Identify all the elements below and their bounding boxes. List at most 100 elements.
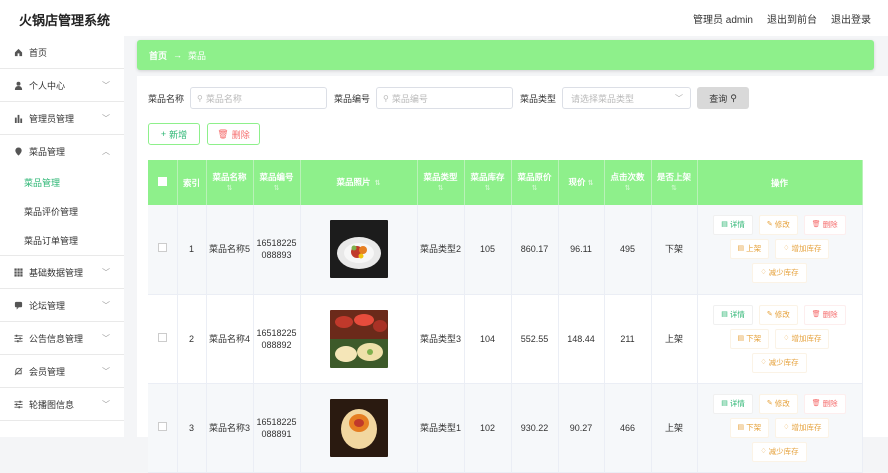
sidebar-item-dishes[interactable]: 菜品管理 ︿: [0, 135, 124, 168]
table-row: 2 菜品名称4 16518225088892 菜品类型3 104 552.55 …: [148, 294, 863, 384]
chevron-down-icon: ﹀: [102, 301, 110, 310]
delete-button[interactable]: 🗑 删除: [803, 393, 846, 414]
batch-delete-button[interactable]: 🗑 删除: [207, 123, 260, 145]
sidebar-item-admin[interactable]: 管理员管理 ﹀: [0, 102, 124, 135]
search-icon: ⚲: [383, 93, 389, 103]
select-all-checkbox[interactable]: [157, 176, 167, 186]
dish-photo[interactable]: [329, 309, 388, 368]
chevron-down-icon: ﹀: [102, 334, 110, 343]
query-button[interactable]: 查询 ⚲: [697, 87, 750, 109]
logout-link[interactable]: 退出登录: [831, 11, 871, 26]
row-checkbox[interactable]: [157, 421, 167, 431]
reduce-stock-label: 减少库存: [768, 268, 799, 278]
sort-icon[interactable]: ⇅: [654, 183, 695, 195]
dish-photo[interactable]: [329, 398, 388, 457]
add-stock-button[interactable]: ♢ 增加库存: [775, 417, 830, 438]
sort-icon[interactable]: ⇅: [375, 180, 381, 187]
column-header-index: 索引: [177, 160, 207, 205]
sort-icon[interactable]: ⇅: [209, 183, 251, 195]
cell-operations: ▤ 详情 ✎ 修改 🗑 删除 ▤ 上架 ♢ 增加库存 ♢ 减少库存: [697, 205, 863, 295]
chevron-up-icon: ︿: [102, 147, 110, 156]
sidebar-subitem-dish-orders[interactable]: 菜品订单管理: [0, 226, 124, 256]
sort-icon[interactable]: ⇅: [467, 183, 509, 195]
breadcrumb-home[interactable]: 首页: [149, 49, 167, 62]
detail-button[interactable]: ▤ 详情: [713, 393, 753, 414]
dish-photo[interactable]: [329, 220, 388, 279]
delete-button-label: 删除: [231, 129, 250, 140]
sort-icon[interactable]: ⇅: [514, 183, 556, 195]
chevron-down-icon: ﹀: [102, 268, 110, 277]
reduce-stock-button[interactable]: ♢ 减少库存: [752, 352, 807, 373]
column-header-original-price[interactable]: 菜品原价 ⇅: [511, 160, 559, 205]
sort-icon[interactable]: ⇅: [420, 183, 462, 195]
sidebar-item-label: 公告信息管理: [29, 333, 84, 344]
cell-photo: [300, 205, 418, 295]
sidebar-item-label: 轮播图信息: [29, 399, 75, 410]
sidebar-item-announcements[interactable]: 公告信息管理 ﹀: [0, 322, 124, 355]
search-icon: ⚲: [197, 93, 203, 103]
dish-name-input[interactable]: ⚲ 菜品名称: [190, 87, 328, 109]
row-checkbox-cell[interactable]: [148, 294, 178, 384]
cell-operations: ▤ 详情 ✎ 修改 🗑 删除 ▤ 下架 ♢ 增加库存 ♢ 减少库存: [697, 383, 863, 473]
sort-icon[interactable]: ⇅: [607, 183, 649, 195]
sliders-icon: [14, 400, 23, 409]
column-header-price[interactable]: 现价 ⇅: [558, 160, 605, 205]
sort-icon[interactable]: ⇅: [588, 180, 594, 187]
row-checkbox-cell[interactable]: [148, 383, 178, 473]
sort-icon[interactable]: ⇅: [256, 183, 298, 195]
detail-button[interactable]: ▤ 详情: [713, 215, 753, 236]
column-header-type[interactable]: 菜品类型 ⇅: [417, 160, 465, 205]
add-button[interactable]: + 新增: [148, 123, 200, 145]
grid-icon: [14, 267, 23, 277]
cell-index: 3: [177, 383, 207, 473]
row-checkbox[interactable]: [157, 332, 167, 342]
cell-type: 菜品类型3: [417, 294, 465, 384]
column-header-name[interactable]: 菜品名称 ⇅: [206, 160, 254, 205]
dish-code-input[interactable]: ⚲ 菜品编号: [376, 87, 514, 109]
sidebar-item-label: 菜品管理: [29, 147, 66, 157]
column-header-label: 菜品库存: [470, 171, 505, 182]
sidebar-item-forum[interactable]: 论坛管理 ﹀: [0, 289, 124, 322]
shelf-toggle-button[interactable]: ▤ 下架: [729, 417, 770, 438]
column-header-on-shelf[interactable]: 是否上架 ⇅: [651, 160, 698, 205]
exit-to-front-link[interactable]: 退出到前台: [767, 11, 817, 26]
delete-button[interactable]: 🗑 删除: [803, 304, 846, 325]
sidebar-item-home[interactable]: 首页: [0, 36, 124, 69]
sidebar: 首页 个人中心 ﹀ 管理员管理 ﹀ 菜品管理 ︿ 菜品管理 菜品评价管理 菜品订…: [0, 36, 124, 437]
edit-button[interactable]: ✎ 修改: [758, 215, 798, 236]
sidebar-subitem-dish-management[interactable]: 菜品管理: [0, 168, 124, 197]
reduce-stock-button[interactable]: ♢ 减少库存: [752, 263, 807, 284]
cell-on-shelf: 下架: [651, 205, 698, 295]
edit-button[interactable]: ✎ 修改: [758, 304, 798, 325]
column-header-stock[interactable]: 菜品库存 ⇅: [464, 160, 512, 205]
main-content: 首页 → 菜品 菜品名称 ⚲ 菜品名称 菜品编号 ⚲ 菜品编号 菜品类型 请选择…: [137, 36, 888, 473]
breadcrumb-current: 菜品: [188, 50, 207, 61]
column-header-photo[interactable]: 菜品照片 ⇅: [300, 160, 418, 205]
delete-button[interactable]: 🗑 删除: [803, 215, 846, 236]
column-header-code[interactable]: 菜品编号 ⇅: [253, 160, 301, 205]
sidebar-subitem-dish-reviews[interactable]: 菜品评价管理: [0, 197, 124, 226]
sidebar-item-profile[interactable]: 个人中心 ﹀: [0, 69, 124, 102]
sidebar-item-members[interactable]: 会员管理 ﹀: [0, 355, 124, 388]
cell-code: 16518225088891: [253, 383, 301, 473]
sidebar-item-basic-data[interactable]: 基础数据管理 ﹀: [0, 256, 124, 289]
row-checkbox[interactable]: [157, 243, 167, 253]
column-header-clicks[interactable]: 点击次数 ⇅: [604, 160, 652, 205]
shelf-toggle-button[interactable]: ▤ 上架: [729, 239, 770, 260]
add-stock-button[interactable]: ♢ 增加库存: [775, 239, 830, 260]
select-all-checkbox-cell[interactable]: [148, 160, 178, 205]
row-checkbox-cell[interactable]: [148, 205, 178, 295]
dish-type-select[interactable]: 请选择菜品类型 ﹀: [562, 87, 692, 109]
table-row: 1 菜品名称5 16518225088893 菜品类型2 105 860.17 …: [148, 205, 863, 295]
cell-operations: ▤ 详情 ✎ 修改 🗑 删除 ▤ 下架 ♢ 增加库存 ♢ 减少库存: [697, 294, 863, 384]
table-header-row: 索引 菜品名称 ⇅ 菜品编号 ⇅ 菜品照片 ⇅ 菜品类型 ⇅ 菜品库存 ⇅ 菜品原价 ⇅ 现…: [148, 160, 863, 205]
cell-on-shelf: 上架: [651, 294, 698, 384]
dish-code-placeholder: 菜品编号: [391, 93, 428, 104]
reduce-stock-button[interactable]: ♢ 减少库存: [752, 441, 807, 462]
edit-label: 修改: [774, 309, 790, 319]
detail-button[interactable]: ▤ 详情: [713, 304, 753, 325]
edit-button[interactable]: ✎ 修改: [758, 393, 798, 414]
add-stock-button[interactable]: ♢ 增加库存: [775, 328, 830, 349]
shelf-toggle-button[interactable]: ▤ 下架: [729, 328, 770, 349]
sidebar-item-carousel[interactable]: 轮播图信息 ﹀: [0, 388, 124, 421]
